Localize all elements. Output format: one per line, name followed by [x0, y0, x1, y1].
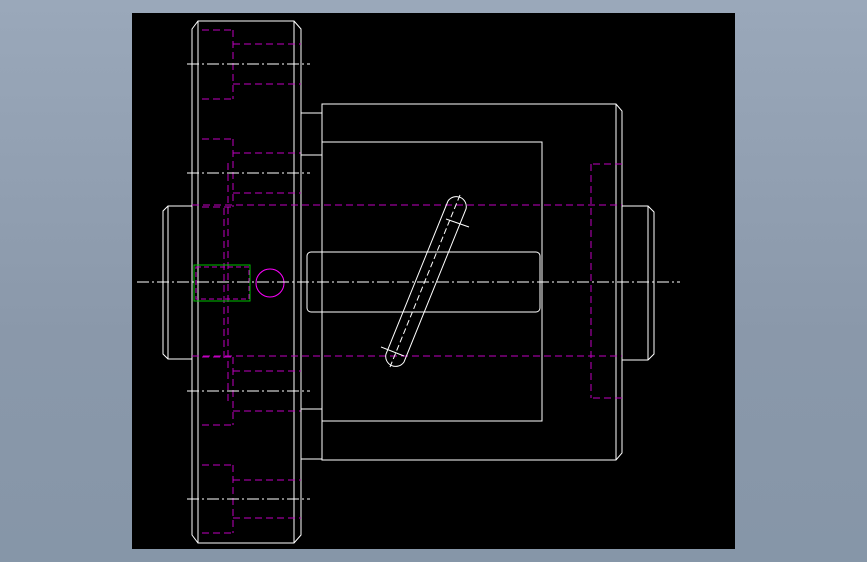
center-lines	[137, 63, 680, 500]
pin-outline	[193, 264, 251, 302]
right-hidden-features	[590, 163, 622, 399]
mechanical-drawing	[137, 20, 680, 544]
right-shaft-stub	[622, 205, 655, 361]
cad-drawing-viewport[interactable]	[132, 13, 735, 549]
pin-hidden	[195, 266, 250, 300]
ball-circle	[255, 268, 285, 298]
neck-collar	[300, 112, 323, 460]
cam-slot-centerline	[389, 194, 461, 368]
